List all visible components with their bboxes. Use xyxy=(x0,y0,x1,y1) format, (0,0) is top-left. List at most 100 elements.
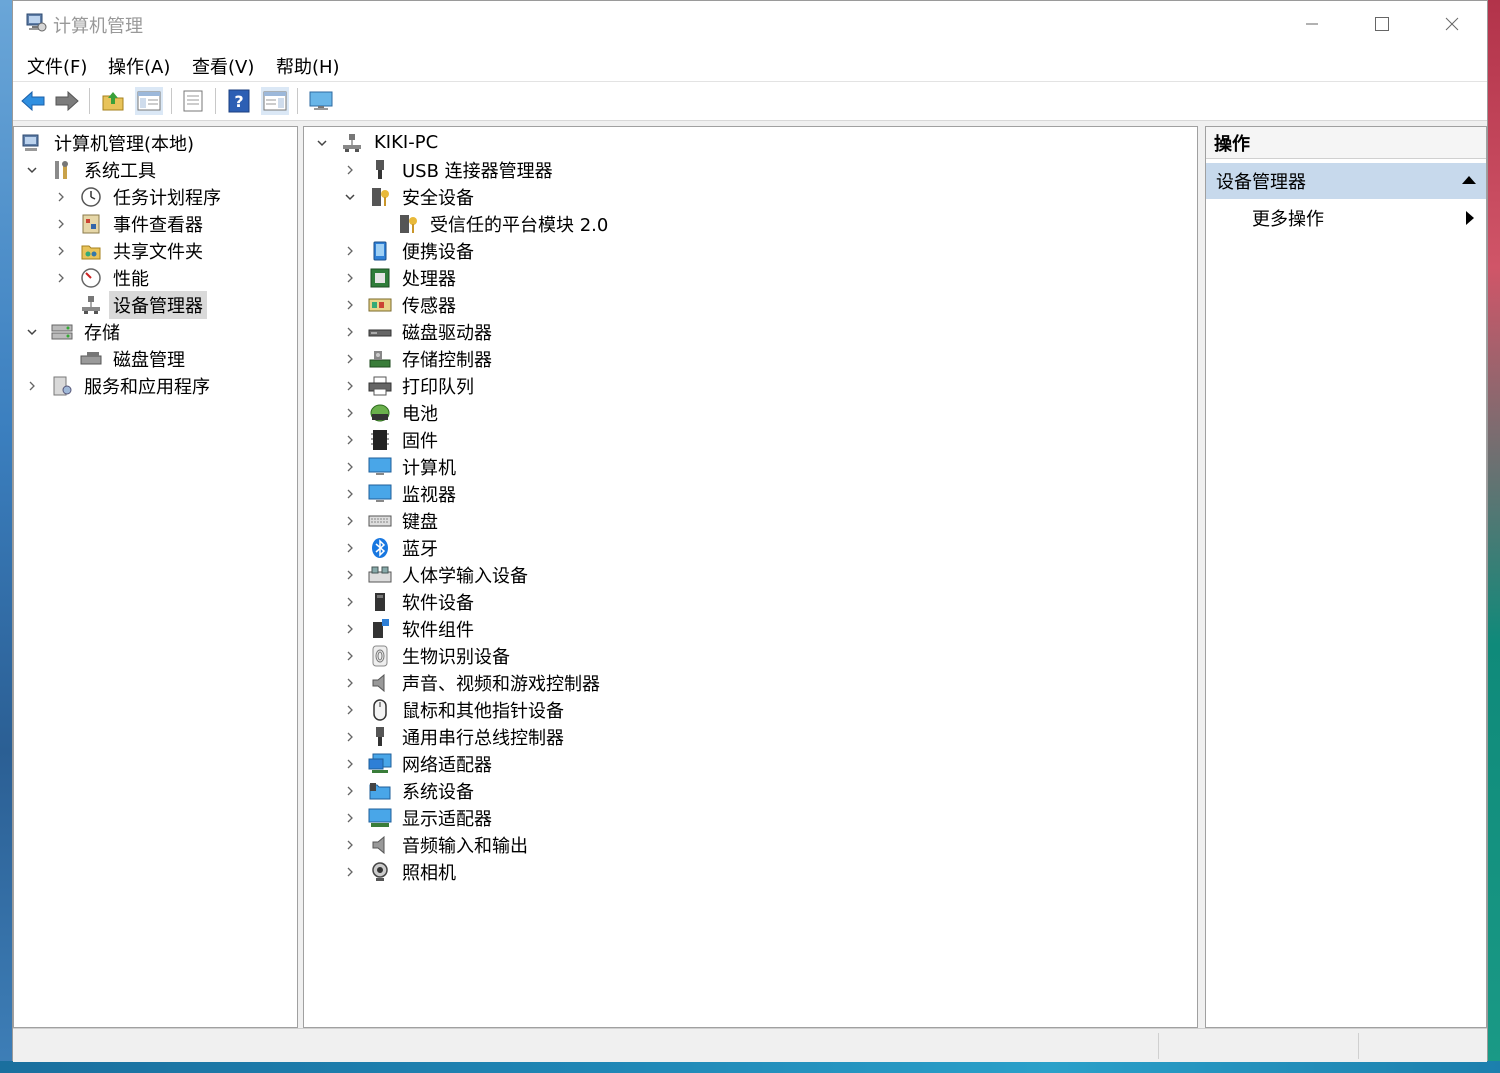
back-icon xyxy=(21,90,45,112)
device-category-keyboard[interactable]: 键盘 xyxy=(342,507,442,534)
device-category-bluetooth[interactable]: 蓝牙 xyxy=(342,534,442,561)
chevron-right-icon[interactable] xyxy=(53,270,69,286)
tree-item-device-manager[interactable]: 设备管理器 xyxy=(53,290,207,319)
chevron-down-icon[interactable] xyxy=(314,135,330,151)
chevron-right-icon[interactable] xyxy=(342,540,358,556)
chevron-right-icon[interactable] xyxy=(342,702,358,718)
device-category-software-device[interactable]: 软件设备 xyxy=(342,588,478,615)
tree-item-shared-folders[interactable]: 共享文件夹 xyxy=(53,237,207,264)
collapse-arrow-icon[interactable] xyxy=(1462,176,1476,184)
device-manager-icon xyxy=(79,293,103,317)
chevron-right-icon[interactable] xyxy=(342,270,358,286)
device-node-computer[interactable]: KIKI-PC xyxy=(314,129,442,156)
menu-action[interactable]: 操作(A) xyxy=(108,53,170,79)
device-category-monitor[interactable]: 监视器 xyxy=(342,480,460,507)
scan-hardware-button[interactable] xyxy=(307,87,335,115)
tree-item-task-scheduler[interactable]: 任务计划程序 xyxy=(53,183,225,210)
close-button[interactable] xyxy=(1417,1,1487,47)
chevron-right-icon[interactable] xyxy=(53,189,69,205)
chevron-right-icon[interactable] xyxy=(342,729,358,745)
forward-button[interactable] xyxy=(53,87,81,115)
device-category-print-queue[interactable]: 打印队列 xyxy=(342,372,478,399)
device-category-computer[interactable]: 计算机 xyxy=(342,453,460,480)
more-actions-item[interactable]: 更多操作 xyxy=(1252,205,1324,231)
device-category-hid[interactable]: 人体学输入设备 xyxy=(342,561,532,588)
device-category-sensor[interactable]: 传感器 xyxy=(342,291,460,318)
up-level-button[interactable] xyxy=(99,87,127,115)
device-category-firmware[interactable]: 固件 xyxy=(342,426,442,453)
tree-item-storage[interactable]: 存储 xyxy=(24,318,124,345)
menu-help[interactable]: 帮助(H) xyxy=(276,53,340,79)
chevron-right-icon[interactable] xyxy=(342,567,358,583)
device-category-usb-connector[interactable]: USB 连接器管理器 xyxy=(342,156,557,183)
chevron-right-icon[interactable] xyxy=(342,621,358,637)
tree-item-system-tools[interactable]: 系统工具 xyxy=(24,156,160,183)
chevron-right-icon[interactable] xyxy=(53,216,69,232)
device-category-portable[interactable]: 便携设备 xyxy=(342,237,478,264)
chevron-down-icon[interactable] xyxy=(342,189,358,205)
chevron-right-icon[interactable] xyxy=(342,486,358,502)
chevron-right-icon[interactable] xyxy=(24,378,40,394)
device-category-usb-controller[interactable]: 通用串行总线控制器 xyxy=(342,723,568,750)
tree-label: 蓝牙 xyxy=(402,538,438,560)
back-button[interactable] xyxy=(19,87,47,115)
chevron-right-icon[interactable] xyxy=(342,459,358,475)
chevron-down-icon[interactable] xyxy=(24,162,40,178)
chevron-right-icon[interactable] xyxy=(342,351,358,367)
show-hide-action-pane-button[interactable] xyxy=(261,87,289,115)
device-item-tpm[interactable]: 受信任的平台模块 2.0 xyxy=(370,210,612,237)
chevron-right-icon[interactable] xyxy=(342,756,358,772)
tree-item-disk-management[interactable]: 磁盘管理 xyxy=(53,345,189,372)
actions-section-label: 设备管理器 xyxy=(1216,172,1306,193)
chevron-right-icon[interactable] xyxy=(53,243,69,259)
chevron-right-icon[interactable] xyxy=(342,594,358,610)
tree-item-services-apps[interactable]: 服务和应用程序 xyxy=(24,372,214,399)
chevron-down-icon[interactable] xyxy=(24,324,40,340)
device-category-biometric[interactable]: 生物识别设备 xyxy=(342,642,514,669)
device-category-disk-drive[interactable]: 磁盘驱动器 xyxy=(342,318,496,345)
actions-section-device-manager[interactable]: 设备管理器 xyxy=(1206,163,1486,199)
device-category-sound[interactable]: 声音、视频和游戏控制器 xyxy=(342,669,604,696)
tree-item-root[interactable]: 计算机管理(本地) xyxy=(20,129,198,156)
device-category-processor[interactable]: 处理器 xyxy=(342,264,460,291)
chevron-right-icon[interactable] xyxy=(342,405,358,421)
device-category-network[interactable]: 网络适配器 xyxy=(342,750,496,777)
help-icon: ? xyxy=(228,89,250,113)
device-category-display-adapter[interactable]: 显示适配器 xyxy=(342,804,496,831)
device-category-system-devices[interactable]: 系统设备 xyxy=(342,777,478,804)
minimize-button[interactable] xyxy=(1277,1,1347,47)
tree-item-performance[interactable]: 性能 xyxy=(53,264,153,291)
chevron-right-icon[interactable] xyxy=(342,324,358,340)
device-category-security[interactable]: 安全设备 xyxy=(342,183,478,210)
maximize-button[interactable] xyxy=(1347,1,1417,47)
chevron-right-icon[interactable] xyxy=(342,243,358,259)
properties-button[interactable] xyxy=(179,87,207,115)
device-category-battery[interactable]: 电池 xyxy=(342,399,442,426)
chevron-right-icon[interactable] xyxy=(342,513,358,529)
device-category-software-component[interactable]: 软件组件 xyxy=(342,615,478,642)
portable-device-icon xyxy=(368,239,392,263)
chevron-right-icon[interactable] xyxy=(342,864,358,880)
device-category-storage-controller[interactable]: 存储控制器 xyxy=(342,345,496,372)
device-category-camera[interactable]: 照相机 xyxy=(342,858,460,885)
chevron-right-icon[interactable] xyxy=(342,162,358,178)
menu-view[interactable]: 查看(V) xyxy=(192,53,254,79)
device-category-audio-io[interactable]: 音频输入和输出 xyxy=(342,831,532,858)
help-button[interactable]: ? xyxy=(225,87,253,115)
chevron-right-icon[interactable] xyxy=(342,837,358,853)
chevron-right-icon[interactable] xyxy=(342,432,358,448)
menu-file[interactable]: 文件(F) xyxy=(27,53,87,79)
chevron-right-icon[interactable] xyxy=(342,783,358,799)
chevron-right-icon[interactable] xyxy=(342,810,358,826)
submenu-arrow-icon[interactable] xyxy=(1466,211,1474,225)
chevron-right-icon[interactable] xyxy=(342,297,358,313)
tree-item-event-viewer[interactable]: 事件查看器 xyxy=(53,210,207,237)
chevron-right-icon[interactable] xyxy=(342,675,358,691)
computer-icon xyxy=(368,455,392,479)
device-category-mouse[interactable]: 鼠标和其他指针设备 xyxy=(342,696,568,723)
chevron-right-icon[interactable] xyxy=(342,378,358,394)
network-adapter-icon xyxy=(368,752,392,776)
chevron-right-icon[interactable] xyxy=(342,648,358,664)
show-hide-tree-button[interactable] xyxy=(135,87,163,115)
desktop-background-right xyxy=(1488,0,1500,1073)
